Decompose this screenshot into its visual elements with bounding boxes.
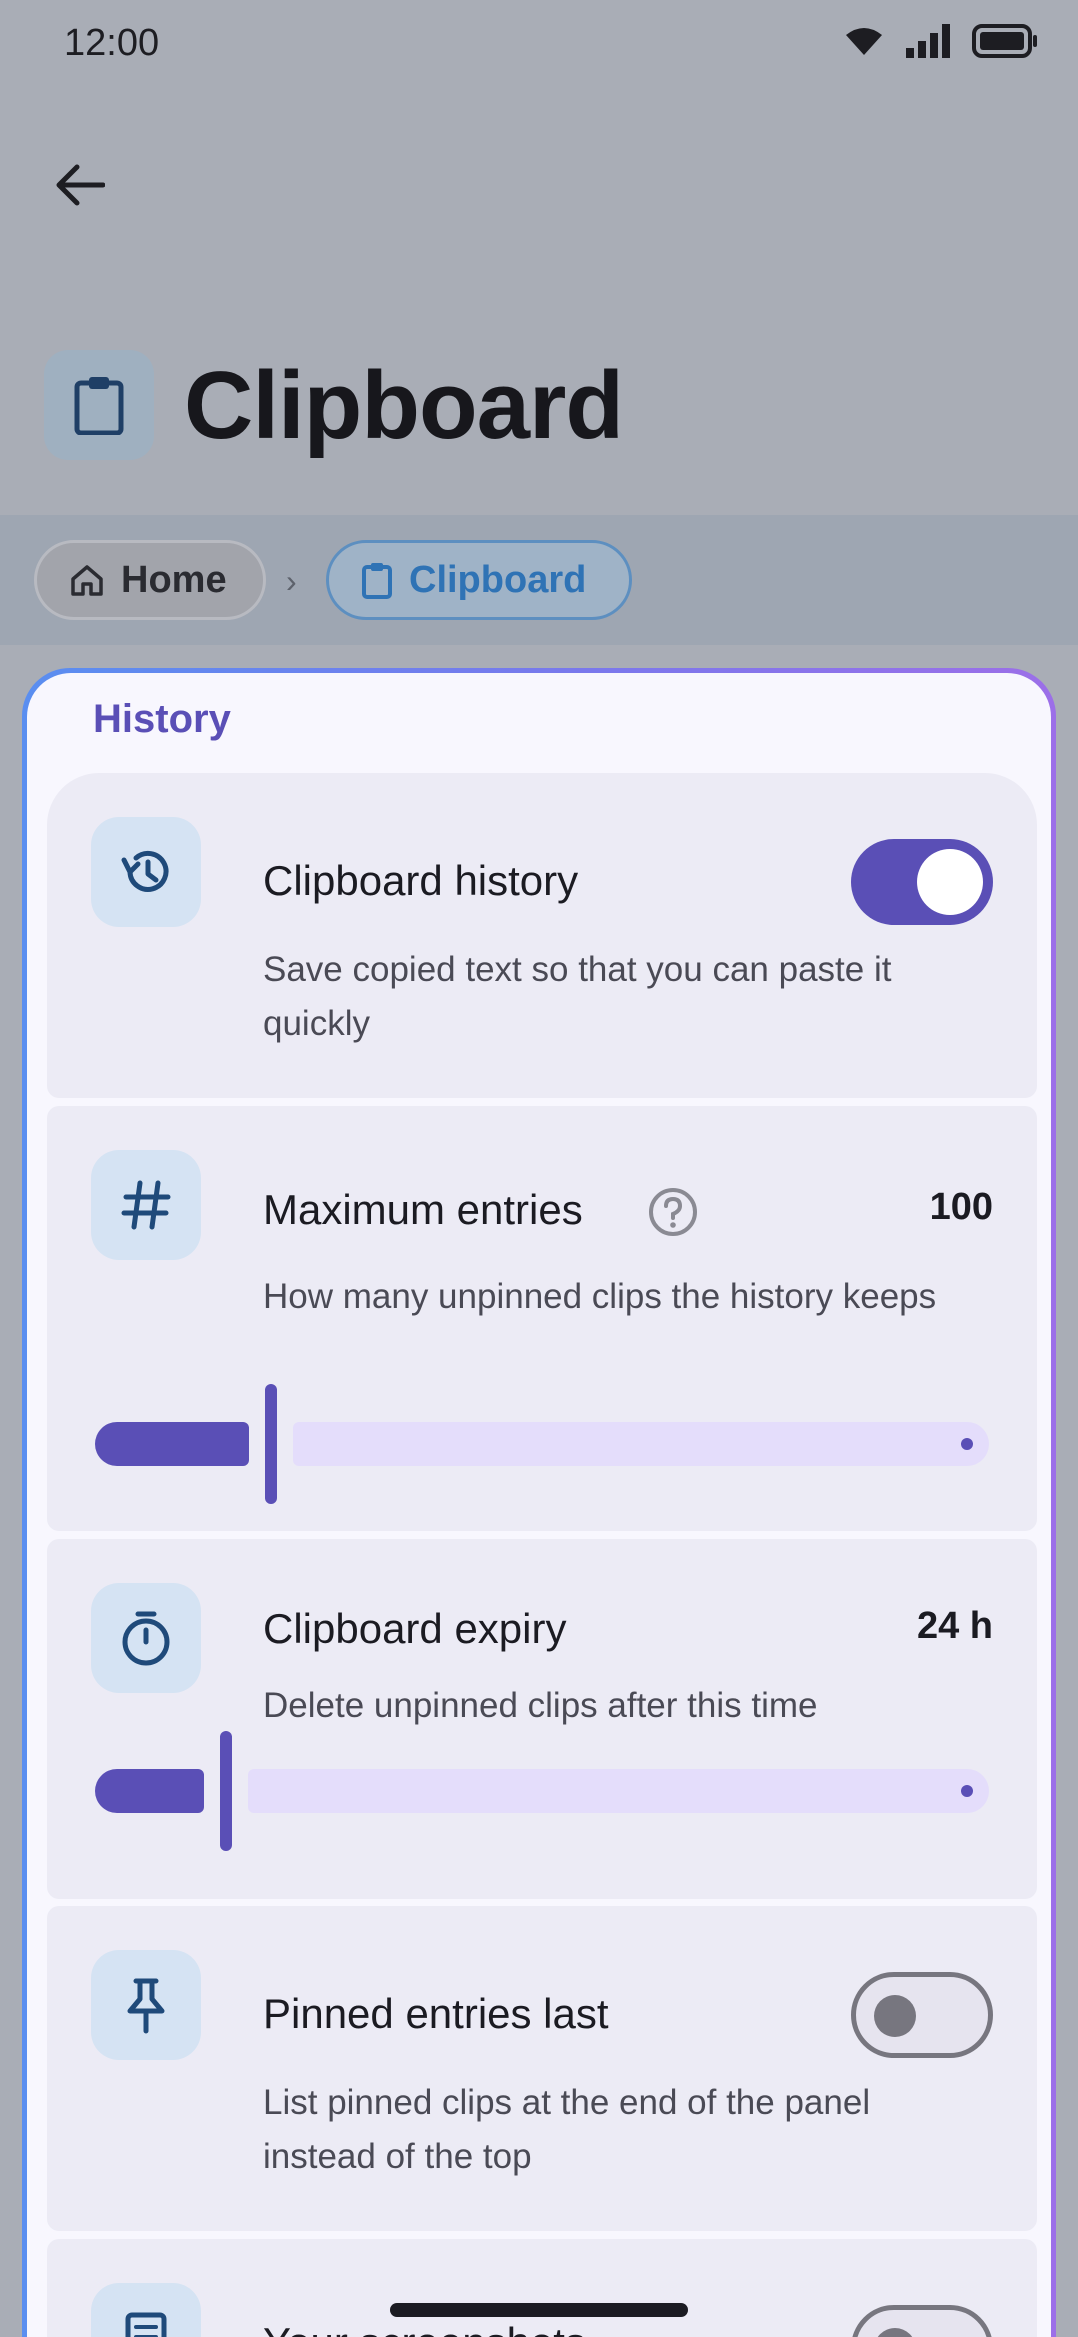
breadcrumb-home[interactable]: Home — [34, 540, 266, 620]
expiry-value: 24 h — [916, 1605, 993, 1647]
pin-icon-tile — [91, 1950, 201, 2060]
screenshots-title: Your screenshots — [263, 2319, 586, 2337]
page-title: Clipboard — [184, 352, 624, 459]
status-time: 12:00 — [64, 22, 160, 64]
signal-icon — [906, 24, 950, 58]
clipboard-history-title: Clipboard history — [263, 857, 579, 904]
slider-stop-indicator — [961, 1785, 973, 1797]
clipboard-icon — [362, 563, 392, 599]
timer-icon-tile — [91, 1583, 201, 1693]
clipboard-icon — [74, 377, 124, 435]
max-entries-description: How many unpinned clips the history keep… — [263, 1277, 937, 1316]
back-button[interactable] — [44, 150, 114, 220]
slider-active-track — [95, 1769, 204, 1813]
wifi-icon — [846, 28, 882, 55]
pinned-last-toggle[interactable] — [851, 1972, 993, 2058]
expiry-slider[interactable] — [95, 1731, 989, 1851]
hash-icon — [121, 1180, 171, 1230]
setting-pinned-entries-last[interactable]: Pinned entries last List pinned clips at… — [47, 1906, 1037, 2231]
help-circle-icon — [649, 1188, 697, 1236]
slider-stop-indicator — [961, 1438, 973, 1450]
slider-active-track — [95, 1422, 249, 1466]
breadcrumb-clipboard[interactable]: Clipboard — [326, 540, 632, 620]
breadcrumb-separator: › — [286, 563, 297, 599]
screenshots-toggle[interactable] — [851, 2305, 993, 2337]
expiry-title: Clipboard expiry — [263, 1605, 567, 1652]
breadcrumb-clipboard-label: Clipboard — [409, 558, 587, 601]
max-entries-title: Maximum entries — [263, 1186, 583, 1233]
clipboard-history-toggle[interactable] — [851, 839, 993, 925]
battery-icon — [972, 24, 1037, 58]
section-title: History — [93, 697, 231, 741]
history-icon-tile — [91, 817, 201, 927]
slider-handle[interactable] — [220, 1731, 232, 1851]
pin-icon — [127, 1978, 165, 2034]
pinned-last-description: List pinned clips at the end of the pane… — [263, 2083, 871, 2176]
document-icon-tile — [91, 2283, 201, 2337]
home-icon — [71, 565, 103, 596]
clipboard-history-description: Save copied text so that you can paste i… — [263, 950, 892, 1043]
pinned-last-title: Pinned entries last — [263, 1990, 609, 2037]
setting-clipboard-history[interactable]: Clipboard history Save copied text so th… — [47, 773, 1037, 1098]
setting-screenshots[interactable]: Your screenshots — [47, 2239, 1037, 2337]
max-entries-slider[interactable] — [95, 1384, 989, 1504]
help-button[interactable] — [647, 1186, 699, 1238]
history-icon — [121, 850, 169, 892]
settings-panel: History Clipboard history Save copied te… — [22, 668, 1056, 2337]
slider-inactive-track — [293, 1422, 989, 1466]
app-icon — [44, 350, 154, 460]
max-entries-value: 100 — [929, 1186, 993, 1228]
expiry-description: Delete unpinned clips after this time — [263, 1686, 818, 1725]
timer-icon — [122, 1611, 170, 1666]
document-icon — [125, 2312, 167, 2337]
hash-icon-tile — [91, 1150, 201, 1260]
setting-clipboard-expiry: Clipboard expiry 24 h Delete unpinned cl… — [47, 1539, 1037, 1899]
arrow-left-icon — [56, 164, 105, 206]
status-icons — [844, 24, 1038, 58]
setting-maximum-entries: Maximum entries 100 How many unpinned cl… — [47, 1106, 1037, 1531]
breadcrumb-home-label: Home — [121, 558, 227, 601]
slider-handle[interactable] — [265, 1384, 277, 1504]
home-indicator[interactable] — [390, 2303, 688, 2317]
slider-inactive-track — [248, 1769, 989, 1813]
